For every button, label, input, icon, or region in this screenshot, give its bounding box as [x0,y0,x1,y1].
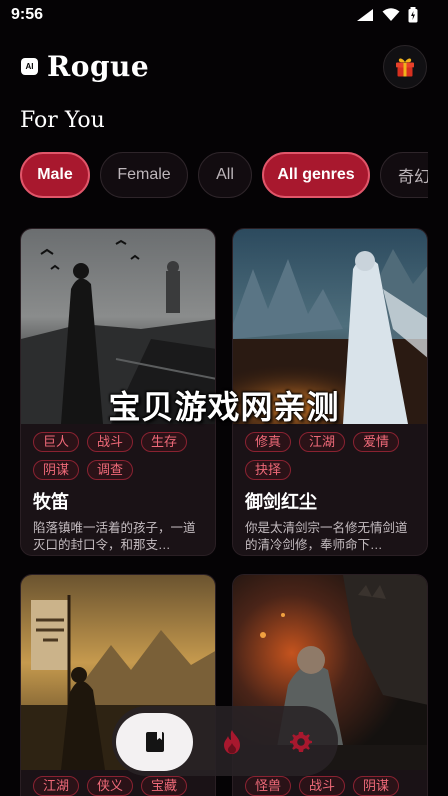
tag[interactable]: 宝藏 [141,776,188,796]
tag[interactable]: 巨人 [33,432,80,452]
tag[interactable]: 阴谋 [353,776,400,796]
wifi-icon [382,8,400,21]
bottom-nav [112,706,338,776]
chip-fantasy[interactable]: 奇幻 [380,152,428,198]
tag[interactable]: 战斗 [299,776,346,796]
settings-icon [290,732,312,752]
tag[interactable]: 战斗 [87,432,134,452]
status-icons [356,7,418,23]
section-title: For You [20,108,105,133]
chip-female[interactable]: Female [100,152,188,198]
library-icon [145,732,164,752]
story-description: 陷落镇唯一活着的孩子，一道灭口的封口令，和那支… [33,521,196,552]
status-bar: 9:56 [0,0,448,32]
tag[interactable]: 爱情 [353,432,400,452]
app-logo: AI [21,58,38,75]
chip-male[interactable]: Male [20,152,90,198]
signal-icon [357,9,373,21]
battery-icon [408,7,418,23]
tag[interactable]: 生存 [141,432,188,452]
tag[interactable]: 修真 [245,432,292,452]
tag[interactable]: 江湖 [33,776,80,796]
nav-library-button[interactable] [116,713,193,771]
tag[interactable]: 抉择 [245,460,292,480]
tag-list: 巨人 战斗 生存 阴谋 调查 [33,432,203,480]
tag-list: 怪兽 战斗 阴谋 [245,776,415,796]
app-title: Rogue [47,50,150,83]
story-title: 御剑红尘 [245,492,317,512]
tag[interactable]: 阴谋 [33,460,80,480]
gift-icon [396,58,414,77]
flame-icon [224,730,240,754]
story-title: 牧笛 [33,492,69,512]
tag[interactable]: 怪兽 [245,776,292,796]
filter-chips: Male Female All All genres 奇幻 [20,152,428,198]
chip-all[interactable]: All [198,152,252,198]
app-header: AI Rogue [0,42,448,92]
status-time: 9:56 [11,6,44,23]
nav-settings-button[interactable] [272,713,330,771]
tag-list: 修真 江湖 爱情 抉择 [245,432,415,480]
tag-list: 江湖 侠义 宝藏 [33,776,203,796]
tag[interactable]: 江湖 [299,432,346,452]
gift-button[interactable] [383,45,427,89]
tag[interactable]: 侠义 [87,776,134,796]
chip-all-genres[interactable]: All genres [262,152,370,198]
tag[interactable]: 调查 [87,460,134,480]
watermark-text: 宝贝游戏网亲测 [108,389,340,425]
nav-hot-button[interactable] [203,713,261,771]
story-description: 你是太清剑宗一名修无情剑道的清冷剑修，奉师命下… [245,521,408,552]
